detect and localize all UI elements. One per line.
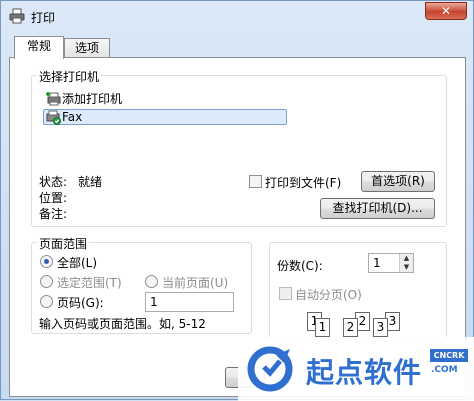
collate-checkbox[interactable] bbox=[279, 287, 292, 300]
watermark-brand: 起点软件 bbox=[306, 356, 423, 389]
pages-input[interactable]: 1 bbox=[145, 292, 234, 312]
copies-label: 份数(C): bbox=[277, 259, 323, 273]
page-range-all-radio[interactable] bbox=[40, 255, 53, 268]
copies-spinner[interactable]: ▲ ▼ bbox=[399, 254, 413, 272]
watermark-badge: CNCRK bbox=[430, 349, 468, 362]
copies-value: 1 bbox=[373, 256, 381, 270]
find-printer-button-label: 查找打印机(D)... bbox=[332, 201, 423, 215]
preferences-button[interactable]: 首选项(R) bbox=[361, 171, 435, 192]
page-range-legend: 页面范围 bbox=[37, 235, 90, 252]
status-label: 状态: bbox=[39, 175, 68, 189]
watermark: 起点软件 CNCRK .COM bbox=[238, 337, 474, 401]
page-range-pages-radio[interactable] bbox=[40, 295, 53, 308]
page-range-all-label: 全部(L) bbox=[57, 256, 98, 270]
location-label: 位置: bbox=[39, 191, 68, 205]
collate-page-front-2: 2 bbox=[343, 318, 358, 337]
tab-general-label: 常规 bbox=[26, 39, 51, 53]
copies-input[interactable]: 1 ▲ ▼ bbox=[368, 253, 414, 273]
collate-page-front-3: 3 bbox=[373, 318, 388, 337]
page-range-current-radio[interactable] bbox=[145, 275, 158, 288]
page-range-current-label: 当前页面(U) bbox=[162, 276, 229, 290]
close-button[interactable]: ✕ bbox=[425, 2, 467, 20]
page-range-pages-label: 页码(G): bbox=[57, 296, 104, 310]
window-title: 打印 bbox=[31, 11, 56, 25]
close-icon: ✕ bbox=[440, 4, 452, 18]
title-bar: 打印 ✕ bbox=[1, 1, 473, 31]
page-range-selection-radio[interactable] bbox=[40, 275, 53, 288]
printer-item-add-label: 添加打印机 bbox=[62, 92, 123, 106]
print-to-file-label: 打印到文件(F) bbox=[265, 176, 342, 190]
watermark-domain: .COM bbox=[431, 365, 458, 375]
spin-down-icon[interactable]: ▼ bbox=[400, 263, 413, 272]
fax-printer-icon bbox=[46, 110, 61, 125]
select-printer-legend: 选择打印机 bbox=[37, 68, 102, 85]
page-range-selection-label: 选定范围(T) bbox=[57, 276, 122, 290]
page-range-hint: 输入页码或页面范围。如, 5-12 bbox=[39, 317, 206, 331]
printer-item-add[interactable]: 添加打印机 bbox=[45, 91, 245, 107]
comment-label: 备注: bbox=[39, 207, 68, 221]
print-dialog: 打印 ✕ 常规 选项 选择打印机 添加打印机 Fax 状态: 就绪 位置: 备注… bbox=[0, 0, 474, 401]
printer-icon bbox=[9, 8, 25, 24]
spin-up-icon[interactable]: ▲ bbox=[400, 254, 413, 263]
add-printer-icon bbox=[46, 92, 61, 106]
preferences-button-label: 首选项(R) bbox=[371, 174, 425, 188]
tab-general[interactable]: 常规 bbox=[14, 36, 64, 59]
collate-page-front-1: 1 bbox=[315, 318, 330, 337]
printer-item-fax-label: Fax bbox=[62, 110, 83, 124]
collate-label: 自动分页(O) bbox=[295, 288, 362, 302]
print-to-file-checkbox[interactable] bbox=[249, 175, 262, 188]
tab-options-label: 选项 bbox=[74, 41, 99, 55]
status-value: 就绪 bbox=[78, 175, 103, 189]
find-printer-button[interactable]: 查找打印机(D)... bbox=[320, 198, 435, 219]
tab-options[interactable]: 选项 bbox=[64, 38, 110, 59]
brand-logo-icon bbox=[247, 346, 293, 392]
printer-item-fax[interactable]: Fax bbox=[43, 109, 287, 125]
